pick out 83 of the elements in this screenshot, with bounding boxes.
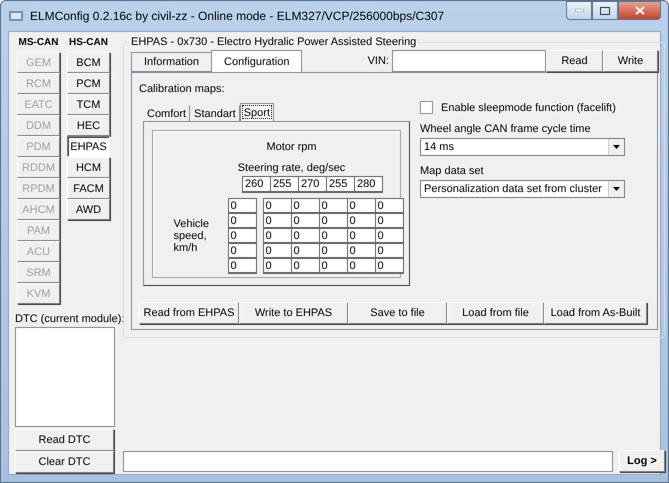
map-cell[interactable]: 0 <box>346 243 374 258</box>
module-button[interactable]: BCM <box>67 52 110 73</box>
dropdown[interactable]: Personalization data set from cluster <box>420 180 625 198</box>
tab[interactable]: Information <box>131 52 212 72</box>
action-button[interactable]: Write to EHPAS <box>239 302 348 324</box>
map-cell[interactable]: 0 <box>290 243 318 258</box>
map-cell[interactable]: 0 <box>374 213 402 228</box>
minimize-button[interactable] <box>566 1 592 20</box>
map-cell[interactable]: 0 <box>318 198 346 213</box>
vin-label: VIN: <box>368 55 389 67</box>
speed-cell[interactable]: 0 <box>228 228 256 243</box>
checkbox-label: Enable sleepmode function (facelift) <box>441 102 616 114</box>
group-title: EHPAS - 0x730 - Electro Hydralic Power Assisted Steering <box>130 36 418 48</box>
speed-label: Vehicle speed, km/h <box>174 218 210 254</box>
module-button[interactable]: FACM <box>67 178 110 199</box>
module-button[interactable]: TCM <box>67 94 110 115</box>
speed-cell[interactable]: 0 <box>228 243 256 258</box>
module-button[interactable]: PCM <box>67 73 110 94</box>
map-cell[interactable]: 0 <box>346 258 374 273</box>
speed-cell[interactable]: 0 <box>228 258 256 273</box>
dtc-button[interactable]: Clear DTC <box>15 451 114 473</box>
speed-cell[interactable]: 0 <box>228 198 256 213</box>
map-cell[interactable]: 0 <box>318 258 346 273</box>
column-title: HS-CAN <box>69 36 108 50</box>
app-icon <box>8 8 24 24</box>
rate-cell[interactable]: 255 <box>326 176 354 192</box>
map-cell[interactable]: 0 <box>374 198 402 213</box>
vin-field[interactable] <box>392 50 546 72</box>
calibration-label: Calibration maps: <box>139 83 226 95</box>
module-button[interactable]: HCM <box>67 157 110 178</box>
vin-button[interactable]: Read <box>546 50 603 72</box>
map-cell[interactable]: 0 <box>290 213 318 228</box>
log-field[interactable] <box>123 450 613 472</box>
action-button[interactable]: Load from As-Built <box>544 302 647 324</box>
map-cell[interactable]: 0 <box>290 198 318 213</box>
dropdown[interactable]: 14 ms <box>420 138 625 156</box>
map-cell[interactable]: 0 <box>290 258 318 273</box>
map-title: Motor rpm <box>266 141 317 153</box>
module-button[interactable]: HEC <box>67 115 110 136</box>
module-button[interactable]: AWD <box>67 199 110 220</box>
speed-cell[interactable]: 0 <box>228 213 256 228</box>
map-cell[interactable]: 0 <box>262 228 290 243</box>
map-cell[interactable]: 0 <box>262 258 290 273</box>
module-button[interactable]: EHPAS <box>67 136 110 157</box>
map-cell[interactable]: 0 <box>318 243 346 258</box>
map-cell[interactable]: 0 <box>374 258 402 273</box>
dropdown-arrow-icon <box>613 187 620 191</box>
vin-button[interactable]: Write <box>603 50 658 72</box>
rate-label: Steering rate, deg/sec <box>238 162 346 174</box>
rate-cell[interactable]: 270 <box>298 176 326 192</box>
action-button[interactable]: Save to file <box>348 302 447 324</box>
map-tab[interactable]: Sport <box>240 103 274 121</box>
close-button[interactable] <box>618 1 661 20</box>
field-label: Wheel angle CAN frame cycle time <box>420 123 592 135</box>
map-cell[interactable]: 0 <box>318 213 346 228</box>
map-cell[interactable]: 0 <box>318 228 346 243</box>
maximize-icon <box>600 6 610 14</box>
rate-cell[interactable]: 260 <box>242 176 270 192</box>
close-icon <box>634 6 644 15</box>
map-cell[interactable]: 0 <box>374 228 402 243</box>
window-title: ELMConfig 0.2.16c by civil-zz - Online mode - ELM327/VCP/256000bps/C307 <box>30 9 446 23</box>
dropdown-arrow-icon <box>613 145 620 149</box>
map-cell[interactable]: 0 <box>346 228 374 243</box>
action-button[interactable]: Read from EHPAS <box>139 302 239 324</box>
log-button[interactable]: Log > <box>619 450 665 472</box>
checkbox[interactable] <box>420 101 433 114</box>
map-cell[interactable]: 0 <box>346 198 374 213</box>
dtc-list[interactable] <box>15 327 115 427</box>
map-cell[interactable]: 0 <box>346 213 374 228</box>
map-cell[interactable]: 0 <box>262 213 290 228</box>
field-label: Map data set <box>420 165 485 177</box>
tab[interactable]: Configuration <box>211 50 302 72</box>
map-cell[interactable]: 0 <box>374 243 402 258</box>
map-cell[interactable]: 0 <box>262 198 290 213</box>
dtc-button[interactable]: Read DTC <box>15 429 114 451</box>
action-button[interactable]: Load from file <box>447 302 544 324</box>
rate-cell[interactable]: 280 <box>354 176 382 192</box>
maximize-button[interactable] <box>592 1 618 20</box>
rate-cell[interactable]: 255 <box>270 176 298 192</box>
column-title: MS-CAN <box>18 36 58 50</box>
map-cell[interactable]: 0 <box>262 243 290 258</box>
minimize-icon <box>574 9 584 12</box>
map-cell[interactable]: 0 <box>290 228 318 243</box>
